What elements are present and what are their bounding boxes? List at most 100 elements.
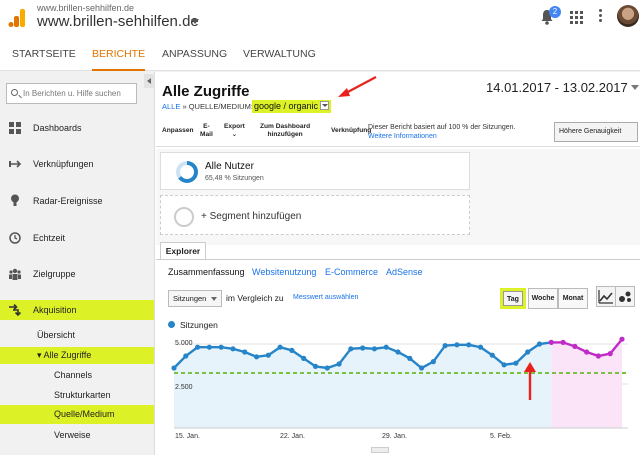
sidebar-item-dashboards[interactable]: Dashboards (0, 121, 154, 135)
metric-select[interactable]: Sitzungen (168, 290, 222, 307)
data-point (548, 339, 554, 345)
x-tick-label: 15. Jan. (175, 433, 200, 440)
tab-berichte[interactable]: BERICHTE (92, 38, 146, 71)
sidebar-item-shortcuts[interactable]: Verknüpfungen (0, 157, 154, 171)
data-point (513, 360, 519, 366)
sidebar: In Berichten u. Hilfe suchen Dashboards … (0, 72, 155, 455)
sidebar-subitem-label: Quelle/Medium (54, 409, 115, 419)
day-label: Tag (503, 291, 523, 306)
sidebar-subitem-source-medium[interactable]: Quelle/Medium (0, 405, 154, 424)
breadcrumb-filter-value[interactable]: google / organic (252, 100, 332, 113)
sidebar-subitem-treemaps[interactable]: Strukturkarten (0, 389, 154, 403)
chevron-down-icon[interactable] (191, 19, 199, 24)
avatar[interactable] (617, 5, 639, 27)
data-point (348, 346, 354, 352)
chart-legend: Sitzungen (168, 320, 218, 330)
data-point (595, 353, 602, 359)
sidebar-subitem-label: ▾ Alle Zugriffe (37, 350, 92, 360)
chart-controls: Sitzungen im Vergleich zu Messwert auswä… (156, 286, 640, 312)
tab-explorer[interactable]: Explorer (160, 242, 206, 260)
x-tick-label: 22. Jan. (280, 433, 305, 440)
shortcut-button[interactable]: Verknüpfung (331, 127, 371, 135)
chart-resize-handle[interactable] (371, 447, 389, 453)
data-point (230, 346, 236, 352)
lightbulb-icon (11, 194, 19, 206)
export-button[interactable]: Export ⌄ (224, 123, 245, 139)
x-tick-label: 29. Jan. (382, 433, 407, 440)
line-chart-icon (598, 290, 613, 304)
sidebar-item-label: Verknüpfungen (33, 159, 94, 169)
breadcrumb-dimension: QUELLE/MEDIUM: (188, 102, 253, 111)
data-point (277, 344, 283, 350)
sidebar-subitem-overview[interactable]: Übersicht (0, 329, 154, 343)
sidebar-item-acquisition[interactable]: Akquisition (0, 300, 154, 320)
granularity-month-button[interactable]: Monat (558, 288, 588, 309)
date-range-picker[interactable]: 14.01.2017 - 13.02.2017 (486, 80, 628, 95)
data-point (324, 365, 330, 371)
sidebar-item-label: Zielgruppe (33, 269, 76, 279)
breadcrumb: ALLE » QUELLE/MEDIUM: (162, 102, 253, 111)
chevron-down-icon[interactable] (631, 85, 639, 90)
sidebar-subitem-label: Verweise (54, 430, 91, 440)
collapse-sidebar-button[interactable] (144, 74, 155, 88)
report-search-input[interactable]: In Berichten u. Hilfe suchen (6, 83, 137, 104)
sidebar-subitem-referrals[interactable]: Verweise (0, 429, 154, 443)
motion-chart-button[interactable] (615, 286, 635, 307)
compare-label: im Vergleich zu (226, 293, 284, 303)
tab-startseite[interactable]: STARTSEITE (12, 38, 76, 71)
add-segment-button[interactable]: + Segment hinzufügen (160, 195, 470, 235)
line-chart-button[interactable] (596, 286, 616, 307)
x-tick-label: 5. Feb. (490, 433, 512, 440)
apps-grid-icon[interactable] (570, 11, 583, 24)
data-point (171, 365, 177, 371)
data-point (242, 349, 248, 355)
report-content: Alle Zugriffe ALLE » QUELLE/MEDIUM: goog… (156, 72, 640, 455)
sidebar-item-intelligence[interactable]: Radar-Ereignisse (0, 194, 154, 208)
legend-series-name: Sitzungen (180, 320, 218, 330)
data-point (194, 344, 201, 350)
sidebar-subitem-channels[interactable]: Channels (0, 369, 154, 383)
subtab-site-usage[interactable]: Websitenutzung (252, 267, 316, 277)
sidebar-item-label: Dashboards (33, 123, 82, 133)
granularity-day-button[interactable]: Tag (500, 288, 526, 309)
sidebar-subitem-label: Strukturkarten (54, 390, 111, 400)
customize-button[interactable]: Anpassen (162, 127, 194, 135)
precision-button[interactable]: Höhere Genauigkeit (554, 122, 638, 142)
segment-share: 65,48 % Sitzungen (205, 175, 264, 182)
more-vert-icon[interactable] (599, 9, 603, 24)
subtab-adsense[interactable]: AdSense (386, 267, 423, 277)
breadcrumb-all-link[interactable]: ALLE (162, 102, 180, 111)
email-button[interactable]: E- Mail (200, 123, 213, 139)
add-to-dashboard-button[interactable]: Zum Dashboard hinzufügen (260, 123, 310, 139)
top-bar: www.brillen-sehhilfen.de www.brillen-seh… (0, 0, 640, 38)
subtab-summary[interactable]: Zusammenfassung (168, 267, 245, 277)
subtab-ecommerce[interactable]: E-Commerce (325, 267, 378, 277)
red-arrow-annotation (338, 76, 377, 97)
dropdown-icon[interactable] (320, 101, 330, 110)
sessions-chart: 5.000 2.500 15. Jan. 22. Jan. 29. Jan. 5… (156, 330, 640, 455)
account-selector[interactable]: www.brillen-sehhilfen.de (37, 13, 199, 30)
data-point (572, 343, 578, 349)
more-info-link[interactable]: Weitere Informationen (368, 132, 515, 141)
data-point (466, 342, 472, 348)
account-property-label: www.brillen-sehhilfen.de (37, 3, 135, 13)
sidebar-item-audience[interactable]: Zielgruppe (0, 267, 154, 281)
sidebar-subitem-all-traffic[interactable]: ▾ Alle Zugriffe (0, 347, 154, 364)
main-nav: STARTSEITE BERICHTE ANPASSUNG VERWALTUNG (0, 38, 640, 71)
segment-all-users[interactable]: Alle Nutzer 65,48 % Sitzungen (160, 152, 470, 190)
select-metric-link[interactable]: Messwert auswählen (293, 294, 358, 301)
sidebar-subitem-label: Übersicht (37, 330, 76, 340)
data-point (489, 352, 495, 358)
granularity-week-button[interactable]: Woche (528, 288, 558, 309)
data-point (442, 343, 448, 349)
shortcut-icon (9, 160, 21, 168)
data-point (619, 336, 625, 342)
data-point (395, 349, 401, 355)
tab-anpassung[interactable]: ANPASSUNG (162, 38, 227, 71)
sidebar-item-realtime[interactable]: Echtzeit (0, 231, 154, 245)
tab-verwaltung[interactable]: VERWALTUNG (243, 38, 316, 71)
analytics-logo-icon (8, 9, 25, 27)
data-point (312, 363, 319, 369)
email-label-2: Mail (200, 131, 213, 138)
sidebar-item-label: Akquisition (33, 305, 77, 315)
